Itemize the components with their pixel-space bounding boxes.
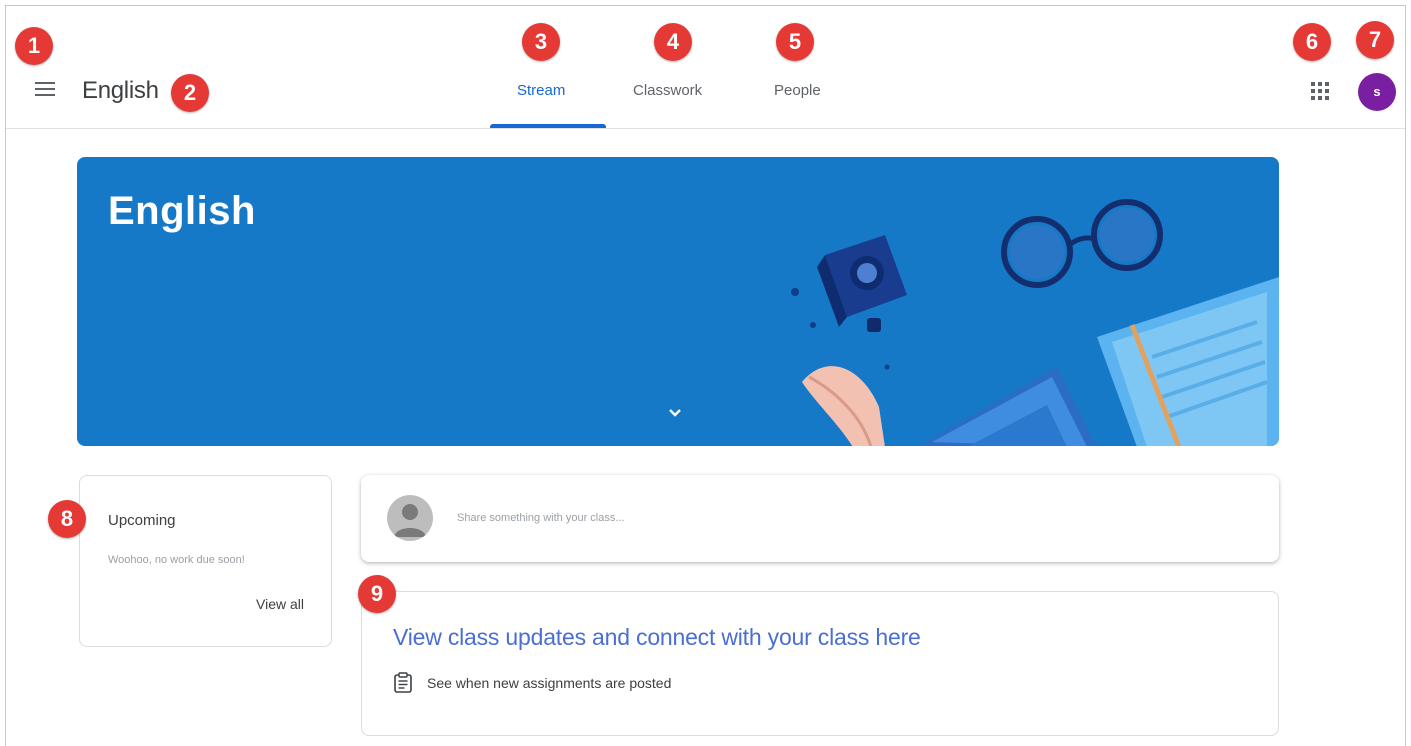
tab-classwork[interactable]: Classwork xyxy=(633,82,702,99)
callout-marker-9: 9 xyxy=(358,575,396,613)
banner-illustration xyxy=(791,199,1279,446)
share-placeholder: Share something with your class... xyxy=(457,512,625,524)
callout-marker-8: 8 xyxy=(48,500,86,538)
class-updates-card: View class updates and connect with your… xyxy=(361,591,1279,736)
view-all-link[interactable]: View all xyxy=(256,596,304,612)
callout-marker-3: 3 xyxy=(522,23,560,61)
callout-marker-4: 4 xyxy=(654,23,692,61)
tab-stream[interactable]: Stream xyxy=(517,82,565,99)
upcoming-title: Upcoming xyxy=(108,512,176,529)
callout-marker-1: 1 xyxy=(15,27,53,65)
chevron-down-icon[interactable] xyxy=(667,407,683,419)
class-banner: English xyxy=(77,157,1279,446)
tab-people[interactable]: People xyxy=(774,82,821,99)
share-announcement-box[interactable]: Share something with your class... xyxy=(361,475,1279,562)
callout-marker-7: 7 xyxy=(1356,21,1394,59)
callout-marker-5: 5 xyxy=(776,23,814,61)
user-avatar xyxy=(387,495,433,541)
assignment-icon xyxy=(394,672,412,693)
updates-detail: See when new assignments are posted xyxy=(427,675,672,691)
account-avatar[interactable]: s xyxy=(1358,73,1396,111)
menu-icon[interactable] xyxy=(35,82,55,96)
callout-marker-2: 2 xyxy=(171,74,209,112)
updates-heading: View class updates and connect with your… xyxy=(393,624,921,650)
google-apps-icon[interactable] xyxy=(1311,82,1329,100)
upcoming-card: Upcoming Woohoo, no work due soon! View … xyxy=(79,475,332,647)
person-icon xyxy=(394,504,426,537)
upcoming-empty-message: Woohoo, no work due soon! xyxy=(108,554,245,566)
callout-marker-6: 6 xyxy=(1293,23,1331,61)
active-tab-indicator xyxy=(490,124,606,128)
updates-info-row: See when new assignments are posted xyxy=(393,672,671,694)
top-app-bar: English Stream Classwork People s xyxy=(6,6,1405,129)
banner-title[interactable]: English xyxy=(108,189,256,234)
classroom-window: English Stream Classwork People s Englis… xyxy=(5,5,1406,746)
class-title[interactable]: English xyxy=(82,77,159,105)
